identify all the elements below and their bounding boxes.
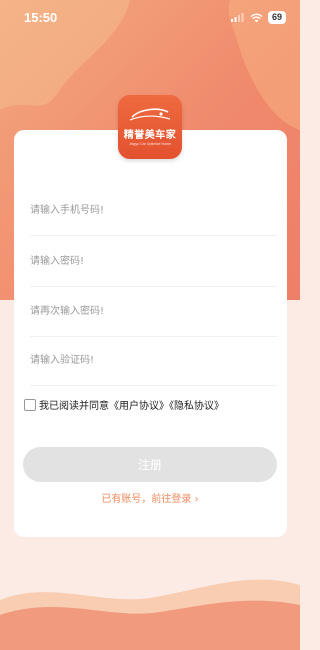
password-field[interactable] — [30, 237, 277, 287]
car-swoosh-icon — [129, 108, 171, 121]
status-bar: 15:50 69 — [0, 0, 300, 38]
agreement-text[interactable]: 我已阅读并同意《用户协议》《隐私协议》 — [39, 397, 224, 412]
logo-name: 精誉美车家 — [123, 130, 177, 141]
password-input[interactable] — [30, 237, 277, 286]
phone-field[interactable] — [30, 186, 277, 236]
status-time: 15:50 — [24, 10, 58, 25]
status-icons: 69 — [230, 11, 286, 24]
logo-subtitle: Jingyu Car Optimize Home — [129, 142, 171, 146]
login-link[interactable]: 已有账号，前往登录 › — [0, 490, 300, 505]
signal-icon — [230, 13, 244, 22]
confirm-password-field[interactable] — [30, 287, 277, 337]
agreement-checkbox[interactable] — [24, 398, 36, 411]
register-button[interactable]: 注册 — [23, 447, 277, 482]
verification-code-input[interactable] — [30, 336, 277, 385]
verification-code-field[interactable] — [30, 336, 277, 386]
bottom-wave — [0, 579, 300, 650]
agreement-row[interactable]: 我已阅读并同意《用户协议》《隐私协议》 — [24, 397, 224, 412]
battery-indicator: 69 — [267, 11, 286, 24]
wifi-icon — [250, 13, 263, 22]
app-logo: 精誉美车家 Jingyu Car Optimize Home — [118, 95, 182, 159]
phone-input[interactable] — [30, 186, 277, 235]
confirm-password-input[interactable] — [30, 287, 277, 336]
